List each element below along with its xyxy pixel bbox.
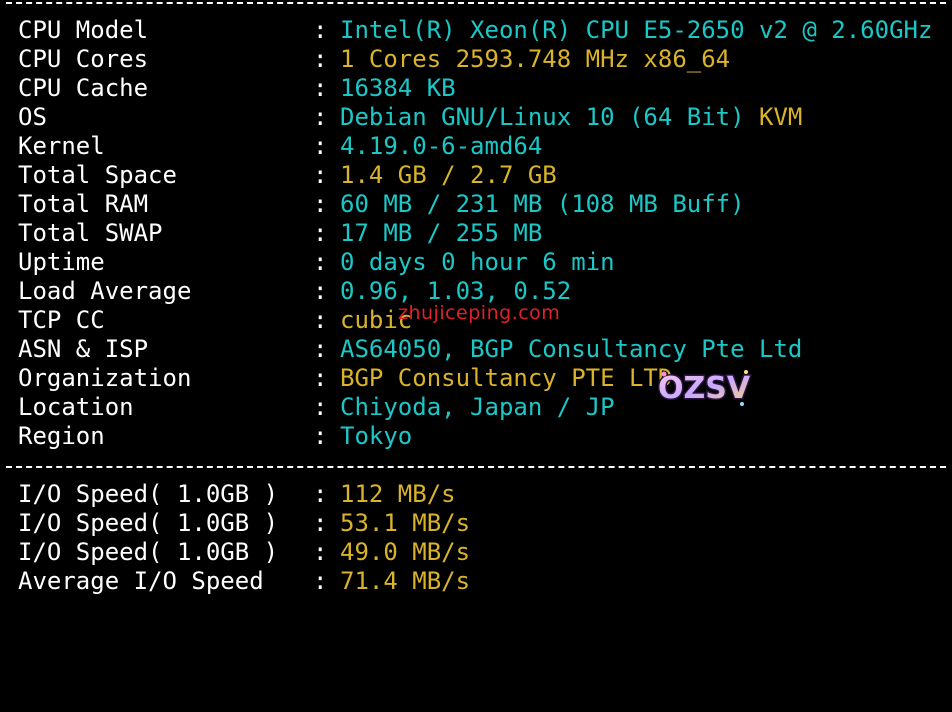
info-label: Organization	[18, 364, 192, 392]
info-separator: :	[313, 74, 328, 102]
info-separator: :	[313, 161, 328, 189]
info-label: Total RAM	[18, 190, 149, 218]
io-separator: :	[313, 480, 328, 508]
info-label: CPU Cache	[18, 74, 149, 102]
info-separator: :	[313, 219, 328, 247]
info-separator: :	[313, 45, 328, 73]
info-value: 4.19.0-6-amd64	[340, 132, 543, 160]
info-row-load-average: Load Average : 0.96, 1.03, 0.52	[18, 277, 571, 306]
info-row-location: Location : Chiyoda, Japan / JP	[18, 393, 615, 422]
info-label: Kernel	[18, 132, 105, 160]
info-value: Intel(R) Xeon(R) CPU E5-2650 v2 @ 2.60GH…	[340, 16, 933, 44]
info-value: 17 MB / 255 MB	[340, 219, 543, 247]
info-row-os: OS : Debian GNU/Linux 10 (64 Bit) KVM	[18, 103, 802, 132]
info-row-tcp-cc: TCP CC : cubic	[18, 306, 412, 335]
info-separator: :	[313, 306, 328, 334]
info-row-region: Region : Tokyo	[18, 422, 412, 451]
info-label: CPU Cores	[18, 45, 149, 73]
info-separator: :	[313, 248, 328, 276]
info-label: OS	[18, 103, 47, 131]
info-label: CPU Model	[18, 16, 149, 44]
io-label: Average I/O Speed	[18, 567, 264, 595]
info-row-asn-isp: ASN & ISP : AS64050, BGP Consultancy Pte…	[18, 335, 802, 364]
info-row-organization: Organization : BGP Consultancy PTE LTD	[18, 364, 672, 393]
info-value: Chiyoda, Japan / JP	[340, 393, 615, 421]
info-label: Total SWAP	[18, 219, 163, 247]
info-row-cpu-cache: CPU Cache : 16384 KB	[18, 74, 456, 103]
io-value: 53.1 MB/s	[340, 509, 471, 537]
info-row-total-swap: Total SWAP : 17 MB / 255 MB	[18, 219, 542, 248]
info-value: AS64050, BGP Consultancy Pte Ltd	[340, 335, 803, 363]
top-divider	[6, 2, 946, 4]
io-value: 71.4 MB/s	[340, 567, 471, 595]
io-row-3: I/O Speed( 1.0GB ) : 49.0 MB/s	[18, 538, 470, 567]
info-value: Tokyo	[340, 422, 413, 450]
info-label: Location	[18, 393, 134, 421]
info-label: Total Space	[18, 161, 177, 189]
info-value-suffix: KVM	[759, 103, 803, 131]
io-row-1: I/O Speed( 1.0GB ) : 112 MB/s	[18, 480, 456, 509]
info-row-total-ram: Total RAM : 60 MB / 231 MB (108 MB Buff)	[18, 190, 745, 219]
section-divider	[6, 466, 946, 468]
info-separator: :	[313, 422, 328, 450]
info-row-cpu-cores: CPU Cores : 1 Cores 2593.748 MHz x86_64	[18, 45, 730, 74]
info-separator: :	[313, 393, 328, 421]
info-label: Region	[18, 422, 105, 450]
info-separator: :	[313, 277, 328, 305]
info-row-uptime: Uptime : 0 days 0 hour 6 min	[18, 248, 615, 277]
io-separator: :	[313, 509, 328, 537]
io-label: I/O Speed( 1.0GB )	[18, 538, 279, 566]
info-value: 1.4 GB / 2.7 GB	[340, 161, 557, 189]
info-label: TCP CC	[18, 306, 105, 334]
info-separator: :	[313, 103, 328, 131]
info-row-kernel: Kernel : 4.19.0-6-amd64	[18, 132, 542, 161]
terminal-window: CPU Model : Intel(R) Xeon(R) CPU E5-2650…	[0, 0, 952, 611]
info-value-group: Debian GNU/Linux 10 (64 Bit) KVM	[340, 103, 802, 132]
info-row-cpu-model: CPU Model : Intel(R) Xeon(R) CPU E5-2650…	[18, 16, 932, 45]
info-value: 0 days 0 hour 6 min	[340, 248, 615, 276]
info-row-total-space: Total Space : 1.4 GB / 2.7 GB	[18, 161, 557, 190]
io-value: 112 MB/s	[340, 480, 456, 508]
info-separator: :	[313, 16, 328, 44]
ozsv-logo-icon: OZSV	[656, 370, 752, 408]
info-value: BGP Consultancy PTE LTD	[340, 364, 673, 392]
info-value: Debian GNU/Linux 10 (64 Bit)	[340, 103, 760, 131]
io-separator: :	[313, 567, 328, 595]
info-value: 16384 KB	[340, 74, 456, 102]
io-label: I/O Speed( 1.0GB )	[18, 480, 279, 508]
watermark-site-text: zhujiceping.com	[398, 302, 561, 324]
io-separator: :	[313, 538, 328, 566]
ozsv-logo-text: OZSV	[658, 371, 751, 406]
info-label: ASN & ISP	[18, 335, 149, 363]
io-row-average: Average I/O Speed : 71.4 MB/s	[18, 567, 470, 596]
io-row-2: I/O Speed( 1.0GB ) : 53.1 MB/s	[18, 509, 470, 538]
info-label: Uptime	[18, 248, 105, 276]
info-label: Load Average	[18, 277, 192, 305]
info-separator: :	[313, 335, 328, 363]
io-label: I/O Speed( 1.0GB )	[18, 509, 279, 537]
info-value: 60 MB / 231 MB (108 MB Buff)	[340, 190, 745, 218]
info-separator: :	[313, 190, 328, 218]
info-separator: :	[313, 364, 328, 392]
info-value: 1 Cores 2593.748 MHz x86_64	[340, 45, 731, 73]
io-value: 49.0 MB/s	[340, 538, 471, 566]
info-separator: :	[313, 132, 328, 160]
